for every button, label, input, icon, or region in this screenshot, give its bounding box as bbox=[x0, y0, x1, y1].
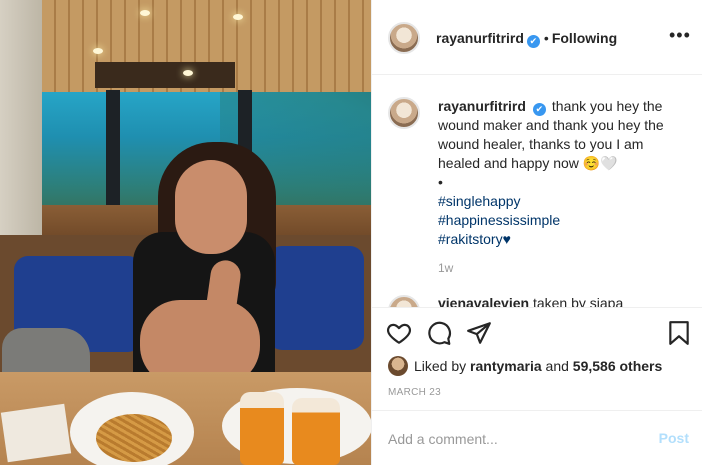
comment-icon[interactable] bbox=[426, 320, 452, 346]
hashtag-link[interactable]: #happinessissimple bbox=[438, 211, 688, 230]
avatar[interactable] bbox=[388, 97, 420, 129]
ceiling-light bbox=[183, 70, 193, 76]
separator-dot: • bbox=[543, 30, 549, 46]
comment: vienavalevien taken by siapa bbox=[438, 295, 623, 307]
hashtag-link[interactable]: #singlehappy bbox=[438, 192, 688, 211]
hashtag-link[interactable]: #rakitstory♥ bbox=[438, 230, 688, 249]
more-icon[interactable]: ••• bbox=[669, 26, 690, 48]
comment-username[interactable]: vienavalevien bbox=[438, 295, 529, 307]
post-sidebar: rayanurfitrird ✔ • Following ••• rayanurfit… bbox=[371, 0, 702, 465]
sauce-bottle bbox=[240, 392, 284, 465]
caption-username[interactable]: rayanurfitrird bbox=[438, 98, 526, 114]
cushion bbox=[268, 246, 364, 350]
heart-icon[interactable] bbox=[386, 320, 412, 346]
caption: rayanurfitrird ✔ thank you hey the wound m… bbox=[438, 97, 688, 278]
verified-icon: ✔ bbox=[532, 103, 546, 116]
post-button[interactable]: Post bbox=[659, 430, 689, 446]
ceiling-light bbox=[140, 10, 150, 16]
ceiling-light bbox=[93, 48, 103, 54]
ceiling-light bbox=[233, 14, 243, 20]
noodles bbox=[96, 414, 172, 462]
action-bar bbox=[372, 307, 702, 353]
post-date[interactable]: MARCH 23 bbox=[388, 387, 441, 398]
caption-timestamp[interactable]: 1w bbox=[438, 259, 688, 278]
verified-icon: ✔ bbox=[526, 35, 540, 48]
liker-avatar bbox=[388, 356, 408, 376]
caption-bullet: • bbox=[438, 174, 443, 190]
bookmark-icon[interactable] bbox=[666, 320, 692, 346]
comment-text: taken by siapa bbox=[532, 295, 624, 307]
likes-joiner: and bbox=[545, 358, 569, 374]
likes-prefix: Liked by bbox=[414, 358, 467, 374]
comments-section: rayanurfitrird ✔ thank you hey the wound m… bbox=[372, 75, 702, 307]
username-link[interactable]: rayanurfitrird bbox=[436, 30, 524, 46]
sauce-bottle bbox=[292, 398, 340, 465]
liker-username[interactable]: rantymaria bbox=[470, 358, 542, 374]
ceiling-beam bbox=[95, 62, 235, 88]
likes-summary: Liked by rantymaria and 59,586 others bbox=[388, 356, 662, 376]
avatar[interactable] bbox=[388, 22, 420, 54]
following-button[interactable]: Following bbox=[552, 30, 617, 46]
share-icon[interactable] bbox=[466, 320, 492, 346]
post-header: rayanurfitrird ✔ • Following ••• bbox=[372, 0, 702, 75]
post-photo[interactable] bbox=[0, 0, 371, 465]
person-face bbox=[175, 160, 247, 254]
header-user: rayanurfitrird ✔ • Following bbox=[436, 30, 617, 48]
comment-form: Post bbox=[372, 410, 702, 465]
comment-input[interactable] bbox=[388, 429, 638, 449]
napkin bbox=[0, 403, 72, 463]
likes-count[interactable]: 59,586 others bbox=[573, 358, 663, 374]
avatar[interactable] bbox=[388, 295, 420, 307]
